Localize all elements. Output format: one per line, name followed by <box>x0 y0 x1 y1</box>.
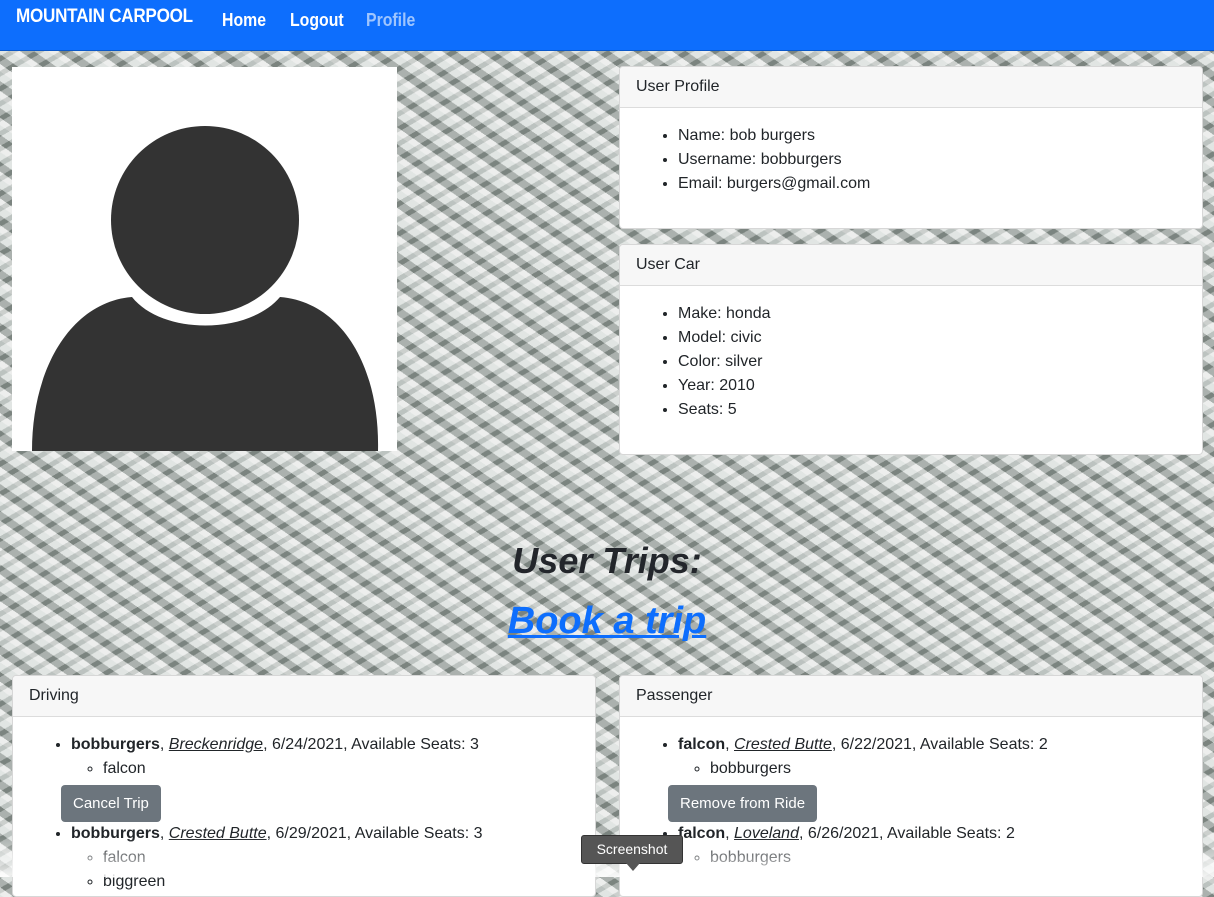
profile-list: Name: bob burgers Username: bobburgers E… <box>620 124 1202 196</box>
trip-destination-link[interactable]: Crested Butte <box>734 736 832 753</box>
list-item: bobburgers, Breckenridge, 6/24/2021, Ava… <box>61 733 595 822</box>
trip-driver: bobburgers <box>71 736 160 753</box>
car-seats: Seats: 5 <box>678 398 1202 422</box>
car-list: Make: honda Model: civic Color: silver Y… <box>620 302 1202 422</box>
card-header: Passenger <box>620 676 1202 717</box>
car-year: Year: 2010 <box>678 374 1202 398</box>
nav-home[interactable]: Home <box>222 10 266 31</box>
trips-title: User Trips: <box>512 540 702 581</box>
nav-logout[interactable]: Logout <box>290 10 344 31</box>
trip-driver: falcon <box>678 736 726 753</box>
car-make: Make: honda <box>678 302 1202 326</box>
passenger-list: falcon <box>71 757 595 781</box>
screenshot-tooltip: Screenshot <box>581 835 683 871</box>
remove-from-ride-button[interactable]: Remove from Ride <box>668 785 818 822</box>
passenger-list: bobburgers <box>678 757 1202 781</box>
list-item: falcon, Crested Butte, 6/22/2021, Availa… <box>668 733 1202 822</box>
user-profile-card: User Profile Name: bob burgers Username:… <box>619 66 1203 229</box>
separator: , <box>159 736 169 753</box>
profile-username: Username: bobburgers <box>678 148 1202 172</box>
brand-logo[interactable]: MOUNTAIN CARPOOL <box>16 6 193 28</box>
car-color: Color: silver <box>678 350 1202 374</box>
car-model: Model: civic <box>678 326 1202 350</box>
profile-name: Name: bob burgers <box>678 124 1202 148</box>
trip-destination-link[interactable]: Breckenridge <box>169 736 263 753</box>
card-header: User Car <box>620 245 1202 286</box>
passenger-name: bobburgers <box>710 757 1202 781</box>
card-header: User Profile <box>620 67 1202 108</box>
nav-profile[interactable]: Profile <box>366 10 415 31</box>
book-trip-link[interactable]: Book a trip <box>0 600 1214 643</box>
profile-email: Email: burgers@gmail.com <box>678 172 1202 196</box>
card-header: Driving <box>13 676 595 717</box>
trip-details: , 6/24/2021, Available Seats: 3 <box>263 736 479 753</box>
user-car-card: User Car Make: honda Model: civic Color:… <box>619 244 1203 455</box>
profile-avatar <box>12 67 397 451</box>
navbar: MOUNTAIN CARPOOL Home Logout Profile <box>0 0 1214 51</box>
passenger-name: falcon <box>103 757 595 781</box>
cancel-trip-button[interactable]: Cancel Trip <box>61 785 161 822</box>
person-icon <box>32 126 379 451</box>
trip-details: , 6/22/2021, Available Seats: 2 <box>831 736 1048 753</box>
separator: , <box>725 736 735 753</box>
